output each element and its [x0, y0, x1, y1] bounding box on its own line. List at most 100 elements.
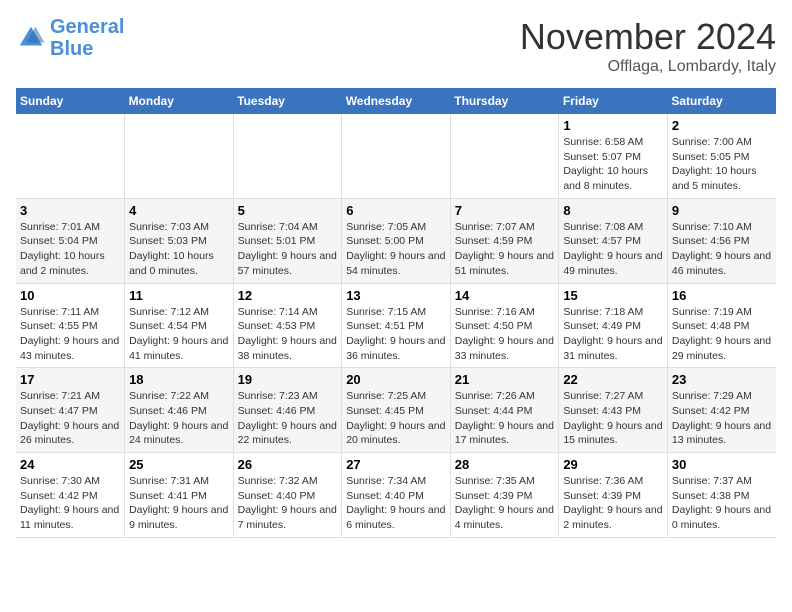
day-detail: Sunrise: 7:04 AMSunset: 5:01 PMDaylight:… — [238, 220, 338, 279]
weekday-header: Wednesday — [342, 88, 451, 114]
calendar-cell — [125, 114, 234, 198]
calendar-cell: 5 Sunrise: 7:04 AMSunset: 5:01 PMDayligh… — [233, 198, 342, 283]
day-number: 5 — [238, 203, 338, 218]
calendar-cell: 19 Sunrise: 7:23 AMSunset: 4:46 PMDaylig… — [233, 368, 342, 453]
day-number: 12 — [238, 288, 338, 303]
day-detail: Sunrise: 7:25 AMSunset: 4:45 PMDaylight:… — [346, 389, 446, 448]
logo-blue: Blue — [50, 38, 93, 60]
calendar-cell: 18 Sunrise: 7:22 AMSunset: 4:46 PMDaylig… — [125, 368, 234, 453]
logo-icon — [16, 23, 46, 53]
day-number: 28 — [455, 457, 555, 472]
day-number: 7 — [455, 203, 555, 218]
day-number: 17 — [20, 372, 120, 387]
day-number: 27 — [346, 457, 446, 472]
day-detail: Sunrise: 7:27 AMSunset: 4:43 PMDaylight:… — [563, 389, 663, 448]
calendar-cell — [342, 114, 451, 198]
day-number: 13 — [346, 288, 446, 303]
day-number: 3 — [20, 203, 120, 218]
calendar-cell: 14 Sunrise: 7:16 AMSunset: 4:50 PMDaylig… — [450, 283, 559, 368]
calendar-cell: 8 Sunrise: 7:08 AMSunset: 4:57 PMDayligh… — [559, 198, 668, 283]
day-number: 20 — [346, 372, 446, 387]
calendar-cell: 17 Sunrise: 7:21 AMSunset: 4:47 PMDaylig… — [16, 368, 125, 453]
day-number: 10 — [20, 288, 120, 303]
day-number: 11 — [129, 288, 229, 303]
day-detail: Sunrise: 7:08 AMSunset: 4:57 PMDaylight:… — [563, 220, 663, 279]
calendar-cell: 3 Sunrise: 7:01 AMSunset: 5:04 PMDayligh… — [16, 198, 125, 283]
calendar-week-row: 24 Sunrise: 7:30 AMSunset: 4:42 PMDaylig… — [16, 453, 776, 538]
page-header: General Blue November 2024 Offlaga, Lomb… — [16, 16, 776, 76]
day-number: 18 — [129, 372, 229, 387]
calendar-cell: 1 Sunrise: 6:58 AMSunset: 5:07 PMDayligh… — [559, 114, 668, 198]
calendar-cell: 4 Sunrise: 7:03 AMSunset: 5:03 PMDayligh… — [125, 198, 234, 283]
day-detail: Sunrise: 7:22 AMSunset: 4:46 PMDaylight:… — [129, 389, 229, 448]
day-detail: Sunrise: 7:29 AMSunset: 4:42 PMDaylight:… — [672, 389, 772, 448]
day-detail: Sunrise: 7:35 AMSunset: 4:39 PMDaylight:… — [455, 474, 555, 533]
calendar-week-row: 3 Sunrise: 7:01 AMSunset: 5:04 PMDayligh… — [16, 198, 776, 283]
calendar-cell: 29 Sunrise: 7:36 AMSunset: 4:39 PMDaylig… — [559, 453, 668, 538]
calendar-cell: 28 Sunrise: 7:35 AMSunset: 4:39 PMDaylig… — [450, 453, 559, 538]
day-number: 16 — [672, 288, 772, 303]
calendar-cell: 22 Sunrise: 7:27 AMSunset: 4:43 PMDaylig… — [559, 368, 668, 453]
weekday-header: Friday — [559, 88, 668, 114]
day-detail: Sunrise: 7:30 AMSunset: 4:42 PMDaylight:… — [20, 474, 120, 533]
calendar-week-row: 10 Sunrise: 7:11 AMSunset: 4:55 PMDaylig… — [16, 283, 776, 368]
weekday-header: Thursday — [450, 88, 559, 114]
day-detail: Sunrise: 7:26 AMSunset: 4:44 PMDaylight:… — [455, 389, 555, 448]
calendar-cell — [450, 114, 559, 198]
day-number: 30 — [672, 457, 772, 472]
calendar-cell: 21 Sunrise: 7:26 AMSunset: 4:44 PMDaylig… — [450, 368, 559, 453]
weekday-header: Monday — [125, 88, 234, 114]
day-detail: Sunrise: 6:58 AMSunset: 5:07 PMDaylight:… — [563, 135, 663, 194]
logo: General Blue — [16, 16, 124, 60]
location: Offlaga, Lombardy, Italy — [520, 58, 776, 76]
day-detail: Sunrise: 7:05 AMSunset: 5:00 PMDaylight:… — [346, 220, 446, 279]
day-number: 14 — [455, 288, 555, 303]
day-detail: Sunrise: 7:11 AMSunset: 4:55 PMDaylight:… — [20, 305, 120, 364]
day-detail: Sunrise: 7:16 AMSunset: 4:50 PMDaylight:… — [455, 305, 555, 364]
logo-text: General Blue — [50, 16, 124, 60]
day-number: 19 — [238, 372, 338, 387]
calendar-cell: 7 Sunrise: 7:07 AMSunset: 4:59 PMDayligh… — [450, 198, 559, 283]
calendar-cell: 20 Sunrise: 7:25 AMSunset: 4:45 PMDaylig… — [342, 368, 451, 453]
calendar-week-row: 17 Sunrise: 7:21 AMSunset: 4:47 PMDaylig… — [16, 368, 776, 453]
weekday-header-row: SundayMondayTuesdayWednesdayThursdayFrid… — [16, 88, 776, 114]
calendar-cell: 12 Sunrise: 7:14 AMSunset: 4:53 PMDaylig… — [233, 283, 342, 368]
day-number: 24 — [20, 457, 120, 472]
calendar-cell: 10 Sunrise: 7:11 AMSunset: 4:55 PMDaylig… — [16, 283, 125, 368]
calendar-cell: 13 Sunrise: 7:15 AMSunset: 4:51 PMDaylig… — [342, 283, 451, 368]
day-number: 8 — [563, 203, 663, 218]
calendar-week-row: 1 Sunrise: 6:58 AMSunset: 5:07 PMDayligh… — [16, 114, 776, 198]
day-detail: Sunrise: 7:00 AMSunset: 5:05 PMDaylight:… — [672, 135, 772, 194]
day-number: 29 — [563, 457, 663, 472]
calendar-cell: 16 Sunrise: 7:19 AMSunset: 4:48 PMDaylig… — [667, 283, 776, 368]
day-detail: Sunrise: 7:31 AMSunset: 4:41 PMDaylight:… — [129, 474, 229, 533]
day-number: 23 — [672, 372, 772, 387]
day-detail: Sunrise: 7:34 AMSunset: 4:40 PMDaylight:… — [346, 474, 446, 533]
day-number: 26 — [238, 457, 338, 472]
calendar-cell: 24 Sunrise: 7:30 AMSunset: 4:42 PMDaylig… — [16, 453, 125, 538]
day-detail: Sunrise: 7:23 AMSunset: 4:46 PMDaylight:… — [238, 389, 338, 448]
day-number: 4 — [129, 203, 229, 218]
calendar-cell — [16, 114, 125, 198]
calendar-cell: 11 Sunrise: 7:12 AMSunset: 4:54 PMDaylig… — [125, 283, 234, 368]
calendar-cell — [233, 114, 342, 198]
day-detail: Sunrise: 7:18 AMSunset: 4:49 PMDaylight:… — [563, 305, 663, 364]
calendar-cell: 23 Sunrise: 7:29 AMSunset: 4:42 PMDaylig… — [667, 368, 776, 453]
day-number: 25 — [129, 457, 229, 472]
calendar-cell: 6 Sunrise: 7:05 AMSunset: 5:00 PMDayligh… — [342, 198, 451, 283]
day-number: 9 — [672, 203, 772, 218]
day-number: 1 — [563, 118, 663, 133]
day-number: 22 — [563, 372, 663, 387]
day-detail: Sunrise: 7:14 AMSunset: 4:53 PMDaylight:… — [238, 305, 338, 364]
calendar-cell: 9 Sunrise: 7:10 AMSunset: 4:56 PMDayligh… — [667, 198, 776, 283]
weekday-header: Tuesday — [233, 88, 342, 114]
month-title: November 2024 — [520, 16, 776, 58]
day-detail: Sunrise: 7:12 AMSunset: 4:54 PMDaylight:… — [129, 305, 229, 364]
calendar-table: SundayMondayTuesdayWednesdayThursdayFrid… — [16, 88, 776, 538]
day-detail: Sunrise: 7:03 AMSunset: 5:03 PMDaylight:… — [129, 220, 229, 279]
day-number: 21 — [455, 372, 555, 387]
day-detail: Sunrise: 7:19 AMSunset: 4:48 PMDaylight:… — [672, 305, 772, 364]
day-number: 6 — [346, 203, 446, 218]
day-detail: Sunrise: 7:07 AMSunset: 4:59 PMDaylight:… — [455, 220, 555, 279]
day-detail: Sunrise: 7:21 AMSunset: 4:47 PMDaylight:… — [20, 389, 120, 448]
